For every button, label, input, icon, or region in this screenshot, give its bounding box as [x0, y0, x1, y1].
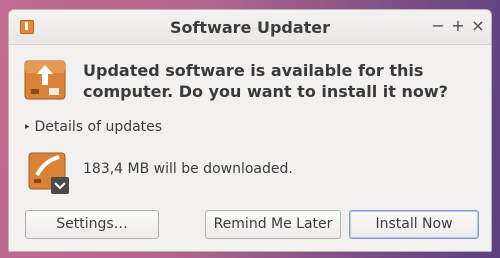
details-label: Details of updates: [34, 119, 163, 135]
minimize-button[interactable]: −: [429, 16, 447, 36]
software-updater-window: Software Updater − + × Updated software …: [8, 9, 492, 252]
expander-arrow-icon: ▸: [25, 122, 30, 132]
download-size-text: 183,4 MB will be downloaded.: [83, 161, 293, 177]
maximize-button[interactable]: +: [449, 16, 467, 36]
settings-button[interactable]: Settings…: [25, 210, 159, 239]
title-bar[interactable]: Software Updater − + ×: [9, 10, 491, 45]
package-update-icon: [24, 60, 66, 100]
remind-me-later-button[interactable]: Remind Me Later: [205, 210, 341, 239]
window-title: Software Updater: [169, 18, 331, 37]
update-available-message: Updated software is available for this c…: [83, 61, 448, 101]
details-of-updates-expander[interactable]: ▸ Details of updates: [25, 119, 162, 135]
close-button[interactable]: ×: [469, 16, 487, 36]
install-now-button[interactable]: Install Now: [349, 210, 479, 239]
package-download-icon: [28, 152, 69, 194]
